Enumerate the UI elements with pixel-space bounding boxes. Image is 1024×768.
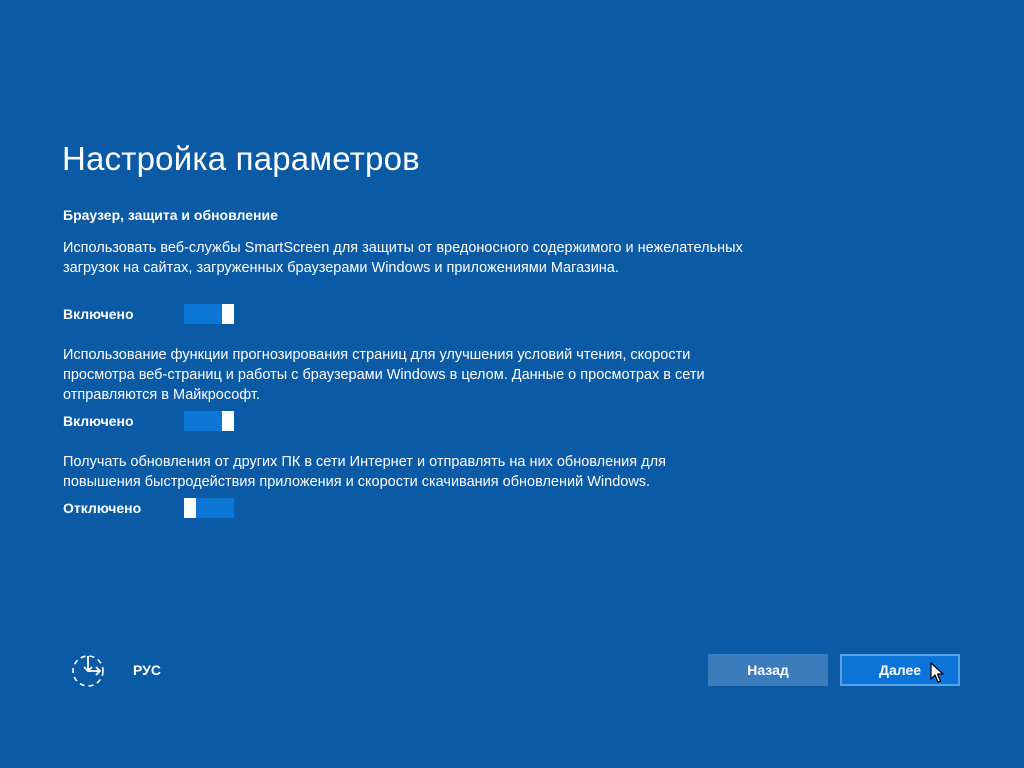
setup-page: Настройка параметров Браузер, защита и о… xyxy=(0,0,1024,768)
toggle-thumb xyxy=(222,411,234,431)
update-delivery-toggle[interactable] xyxy=(184,498,234,518)
language-area: РУС xyxy=(70,652,180,688)
accessibility-icon[interactable] xyxy=(70,652,106,688)
toggle-row: Включено xyxy=(63,411,363,431)
toggle-thumb xyxy=(222,304,234,324)
mouse-cursor-icon xyxy=(930,662,944,683)
toggle-row: Включено xyxy=(63,304,363,324)
toggle-state-label: Включено xyxy=(63,306,134,322)
smartscreen-toggle[interactable] xyxy=(184,304,234,324)
language-indicator[interactable]: РУС xyxy=(133,662,161,678)
toggle-thumb xyxy=(184,498,196,518)
setting-update-delivery: Получать обновления от других ПК в сети … xyxy=(63,452,743,518)
setting-page-prediction: Использование функции прогнозирования ст… xyxy=(63,345,743,431)
page-prediction-toggle[interactable] xyxy=(184,411,234,431)
setting-smartscreen: Использовать веб-службы SmartScreen для … xyxy=(63,238,743,324)
setting-description: Использовать веб-службы SmartScreen для … xyxy=(63,240,743,276)
back-button[interactable]: Назад xyxy=(708,654,828,686)
toggle-state-label: Отключено xyxy=(63,500,142,516)
setting-description: Использование функции прогнозирования ст… xyxy=(63,347,705,403)
setting-description: Получать обновления от других ПК в сети … xyxy=(63,454,666,490)
section-heading: Браузер, защита и обновление xyxy=(63,207,278,223)
toggle-state-label: Включено xyxy=(63,413,134,429)
page-title: Настройка параметров xyxy=(62,140,420,177)
toggle-row: Отключено xyxy=(63,498,363,518)
